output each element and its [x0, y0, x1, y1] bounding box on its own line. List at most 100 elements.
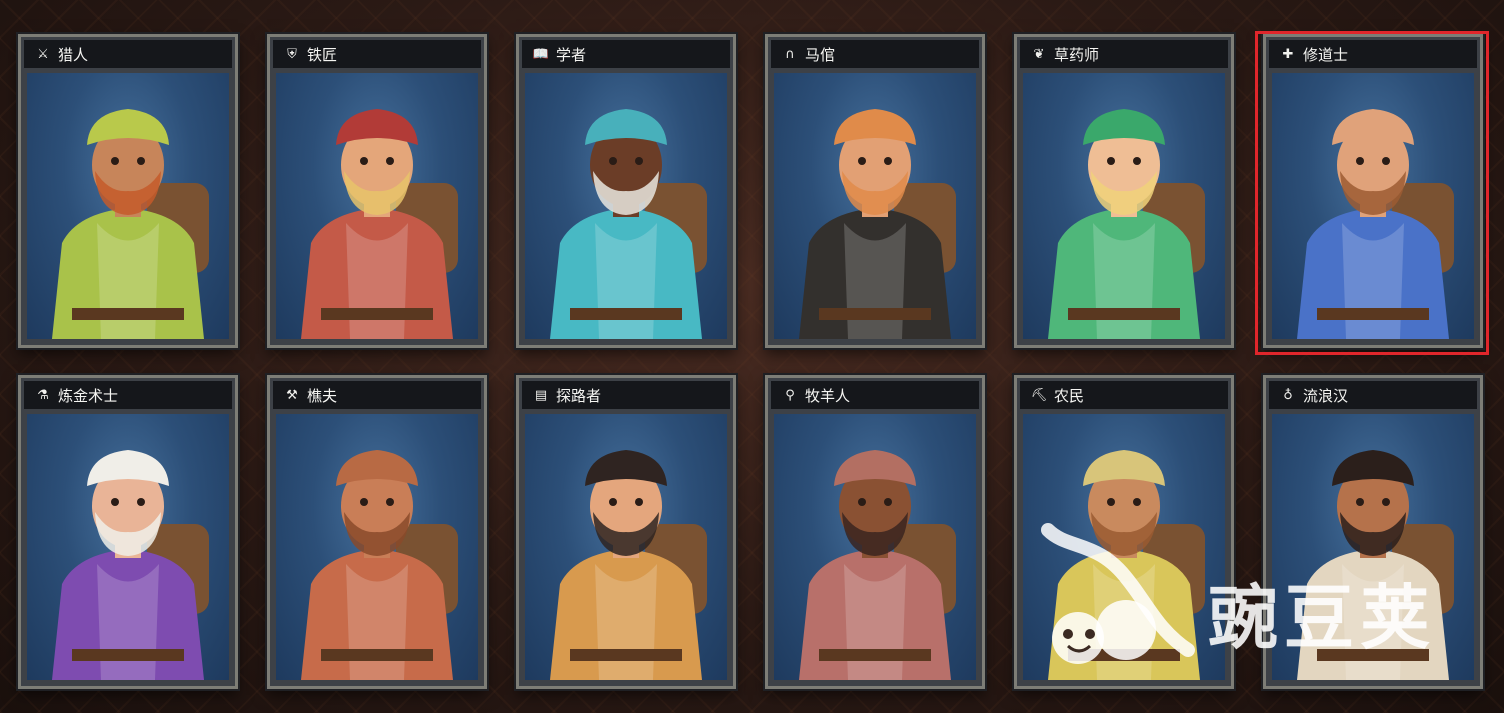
pouch-icon: ♁ [1283, 387, 1293, 403]
character-card-farmer[interactable]: ⛏ 农民 [1014, 375, 1234, 689]
character-portrait [276, 414, 478, 680]
character-name: 猎人 [58, 45, 89, 64]
character-card-scholar[interactable]: 📖 学者 [516, 34, 736, 348]
card-header: ⚒ 樵夫 [273, 381, 481, 409]
belt [321, 649, 433, 661]
portrait-art [52, 109, 209, 339]
eye [360, 498, 368, 506]
eye [386, 157, 394, 165]
character-card-pathfinder[interactable]: ▤ 探路者 [516, 375, 736, 689]
crook-icon: ⚲ [785, 387, 795, 403]
character-portrait [525, 414, 727, 680]
crossed-weapons-icon: ⚔ [37, 46, 49, 62]
character-name: 流浪汉 [1303, 386, 1349, 405]
belt [1068, 649, 1180, 661]
portrait-art [550, 109, 707, 339]
card-header: ⛏ 农民 [1020, 381, 1228, 409]
eye [137, 157, 145, 165]
character-portrait [27, 414, 229, 680]
character-card-hunter[interactable]: ⚔ 猎人 [18, 34, 238, 348]
eye [137, 498, 145, 506]
belt [819, 649, 931, 661]
character-card-stablehand[interactable]: ∩ 马倌 [765, 34, 985, 348]
character-card-blacksmith[interactable]: ⛨ 铁匠 [267, 34, 487, 348]
character-card-shepherd[interactable]: ⚲ 牧羊人 [765, 375, 985, 689]
character-name: 铁匠 [307, 45, 338, 64]
leaf-icon: ❦ [1033, 46, 1045, 62]
belt [570, 649, 682, 661]
character-card-herbalist[interactable]: ❦ 草药师 [1014, 34, 1234, 348]
eye [1356, 498, 1364, 506]
card-header: 📖 学者 [522, 40, 730, 68]
portrait-art [550, 450, 707, 680]
character-portrait [774, 414, 976, 680]
character-card-vagrant[interactable]: ♁ 流浪汉 [1263, 375, 1483, 689]
eye [111, 157, 119, 165]
character-card-alchemist[interactable]: ⚗ 炼金术士 [18, 375, 238, 689]
belt [72, 649, 184, 661]
belt [321, 308, 433, 320]
card-header: ❦ 草药师 [1020, 40, 1228, 68]
flask-icon: ⚗ [37, 387, 49, 403]
eye [360, 157, 368, 165]
eye [1107, 498, 1115, 506]
card-header: ▤ 探路者 [522, 381, 730, 409]
portrait-art [1048, 109, 1205, 339]
eye [884, 498, 892, 506]
portrait-art [301, 450, 458, 680]
eye [1107, 157, 1115, 165]
portrait-art [301, 109, 458, 339]
belt [1317, 649, 1429, 661]
belt [1068, 308, 1180, 320]
card-header: ∩ 马倌 [771, 40, 979, 68]
character-name: 樵夫 [307, 386, 338, 405]
portrait-art [799, 450, 956, 680]
portrait-art [799, 109, 956, 339]
character-portrait [1272, 414, 1474, 680]
horseshoe-icon: ∩ [785, 46, 795, 62]
card-header: ⛨ 铁匠 [273, 40, 481, 68]
character-name: 草药师 [1054, 45, 1100, 64]
character-name: 农民 [1054, 386, 1085, 405]
character-name: 探路者 [556, 386, 602, 405]
hoe-icon: ⛏ [1030, 387, 1048, 403]
character-portrait [525, 73, 727, 339]
map-icon: ▤ [534, 387, 548, 403]
belt [570, 308, 682, 320]
axe-icon: ⚒ [286, 387, 298, 403]
selection-highlight [1255, 31, 1489, 355]
character-name: 学者 [556, 45, 587, 64]
eye [111, 498, 119, 506]
card-header: ⚔ 猎人 [24, 40, 232, 68]
character-portrait [1023, 414, 1225, 680]
eye [635, 498, 643, 506]
eye [884, 157, 892, 165]
eye [858, 498, 866, 506]
eye [1133, 498, 1141, 506]
character-portrait [27, 73, 229, 339]
character-name: 炼金术士 [58, 386, 119, 405]
card-header: ⚲ 牧羊人 [771, 381, 979, 409]
eye [386, 498, 394, 506]
character-name: 牧羊人 [805, 386, 851, 405]
character-card-woodcutter[interactable]: ⚒ 樵夫 [267, 375, 487, 689]
belt [819, 308, 931, 320]
belt [72, 308, 184, 320]
shield-icon: ⛨ [287, 46, 297, 62]
eye [609, 498, 617, 506]
eye [1133, 157, 1141, 165]
card-header: ⚗ 炼金术士 [24, 381, 232, 409]
portrait-art [1048, 450, 1205, 680]
character-name: 马倌 [805, 45, 836, 64]
character-portrait [276, 73, 478, 339]
character-portrait [774, 73, 976, 339]
book-icon: 📖 [532, 46, 550, 62]
eye [858, 157, 866, 165]
eye [635, 157, 643, 165]
card-header: ♁ 流浪汉 [1269, 381, 1477, 409]
portrait-art [1297, 450, 1454, 680]
portrait-art [52, 450, 209, 680]
eye [1382, 498, 1390, 506]
character-portrait [1023, 73, 1225, 339]
eye [609, 157, 617, 165]
